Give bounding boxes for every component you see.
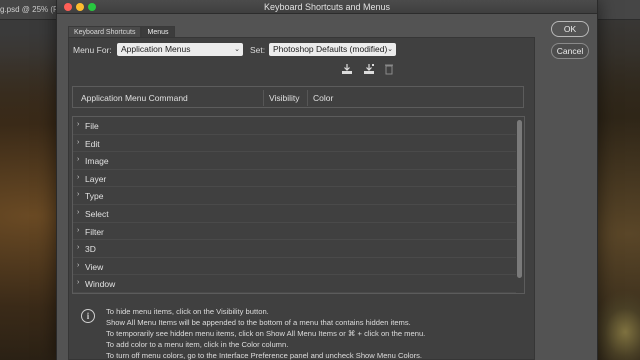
list-item-label: Window	[85, 279, 116, 290]
chevron-right-icon[interactable]: ›	[77, 244, 79, 251]
list-scrollbar[interactable]	[516, 118, 523, 292]
set-dropdown[interactable]: Photoshop Defaults (modified) ⌄	[269, 43, 396, 56]
delete-set-icon[interactable]	[383, 63, 395, 75]
info-icon: i	[81, 309, 95, 323]
list-item-label: Edit	[85, 138, 100, 149]
table-header: Application Menu Command Visibility Colo…	[72, 86, 524, 108]
list-item[interactable]: › Edit	[73, 135, 516, 153]
chevron-right-icon[interactable]: ›	[77, 279, 79, 286]
list-item[interactable]: › 3D	[73, 240, 516, 258]
chevron-right-icon[interactable]: ›	[77, 191, 79, 198]
list-item[interactable]: › Filter	[73, 223, 516, 241]
list-item-label: Type	[85, 191, 104, 202]
set-value: Photoshop Defaults (modified)	[273, 44, 388, 54]
column-header-command: Application Menu Command	[81, 93, 188, 103]
chevron-right-icon[interactable]: ›	[77, 121, 79, 128]
menu-command-list: › File › Edit › Image › Layer › Type › S…	[72, 116, 525, 294]
info-line: To add color to a menu item, click in th…	[106, 340, 289, 349]
set-label: Set:	[250, 45, 266, 55]
column-divider	[263, 90, 264, 106]
list-item-label: Image	[85, 156, 109, 167]
chevron-down-icon: ⌄	[387, 46, 393, 53]
chevron-right-icon[interactable]: ›	[77, 262, 79, 269]
save-set-as-icon[interactable]	[363, 63, 375, 75]
scrollbar-thumb[interactable]	[517, 120, 522, 278]
menu-for-dropdown[interactable]: Application Menus ⌄	[117, 43, 243, 56]
list-item-label: Filter	[85, 226, 104, 237]
chevron-right-icon[interactable]: ›	[77, 156, 79, 163]
list-item[interactable]: › Layer	[73, 170, 516, 188]
chevron-right-icon[interactable]: ›	[77, 174, 79, 181]
menu-for-value: Application Menus	[121, 44, 191, 54]
list-item[interactable]: › Window	[73, 275, 516, 293]
chevron-right-icon[interactable]: ›	[77, 139, 79, 146]
document-tab-title[interactable]: g.psd @ 25% (R	[0, 5, 59, 14]
chevron-right-icon[interactable]: ›	[77, 227, 79, 234]
list-item-label: Layer	[85, 173, 107, 184]
list-item-label: 3D	[85, 244, 96, 255]
info-line: To temporarily see hidden menu items, cl…	[106, 329, 426, 338]
info-line: To hide menu items, click on the Visibil…	[106, 307, 269, 316]
keyboard-shortcuts-dialog: Keyboard Shortcuts and Menus Keyboard Sh…	[56, 0, 598, 360]
info-line: Show All Menu Items will be appended to …	[106, 318, 411, 327]
list-item-label: File	[85, 121, 99, 131]
list-item[interactable]: › Image	[73, 152, 516, 170]
list-item[interactable]: › Type	[73, 187, 516, 205]
list-item-label: Select	[85, 209, 109, 219]
column-header-visibility: Visibility	[269, 93, 300, 103]
cancel-button[interactable]: Cancel	[551, 43, 589, 59]
dialog-titlebar: Keyboard Shortcuts and Menus	[57, 0, 597, 14]
dialog-title: Keyboard Shortcuts and Menus	[263, 2, 391, 12]
info-line: To turn off menu colors, go to the Inter…	[106, 351, 423, 360]
list-item[interactable]: › Select	[73, 205, 516, 223]
list-item[interactable]: › View	[73, 258, 516, 276]
list-item[interactable]: › File	[73, 117, 516, 135]
chevron-right-icon[interactable]: ›	[77, 209, 79, 216]
column-header-color: Color	[313, 93, 334, 103]
menu-for-label: Menu For:	[73, 45, 112, 55]
column-divider	[307, 90, 308, 106]
ok-button[interactable]: OK	[551, 21, 589, 37]
save-set-icon[interactable]	[341, 63, 353, 75]
chevron-down-icon: ⌄	[234, 46, 240, 53]
list-item-label: View	[85, 261, 104, 272]
